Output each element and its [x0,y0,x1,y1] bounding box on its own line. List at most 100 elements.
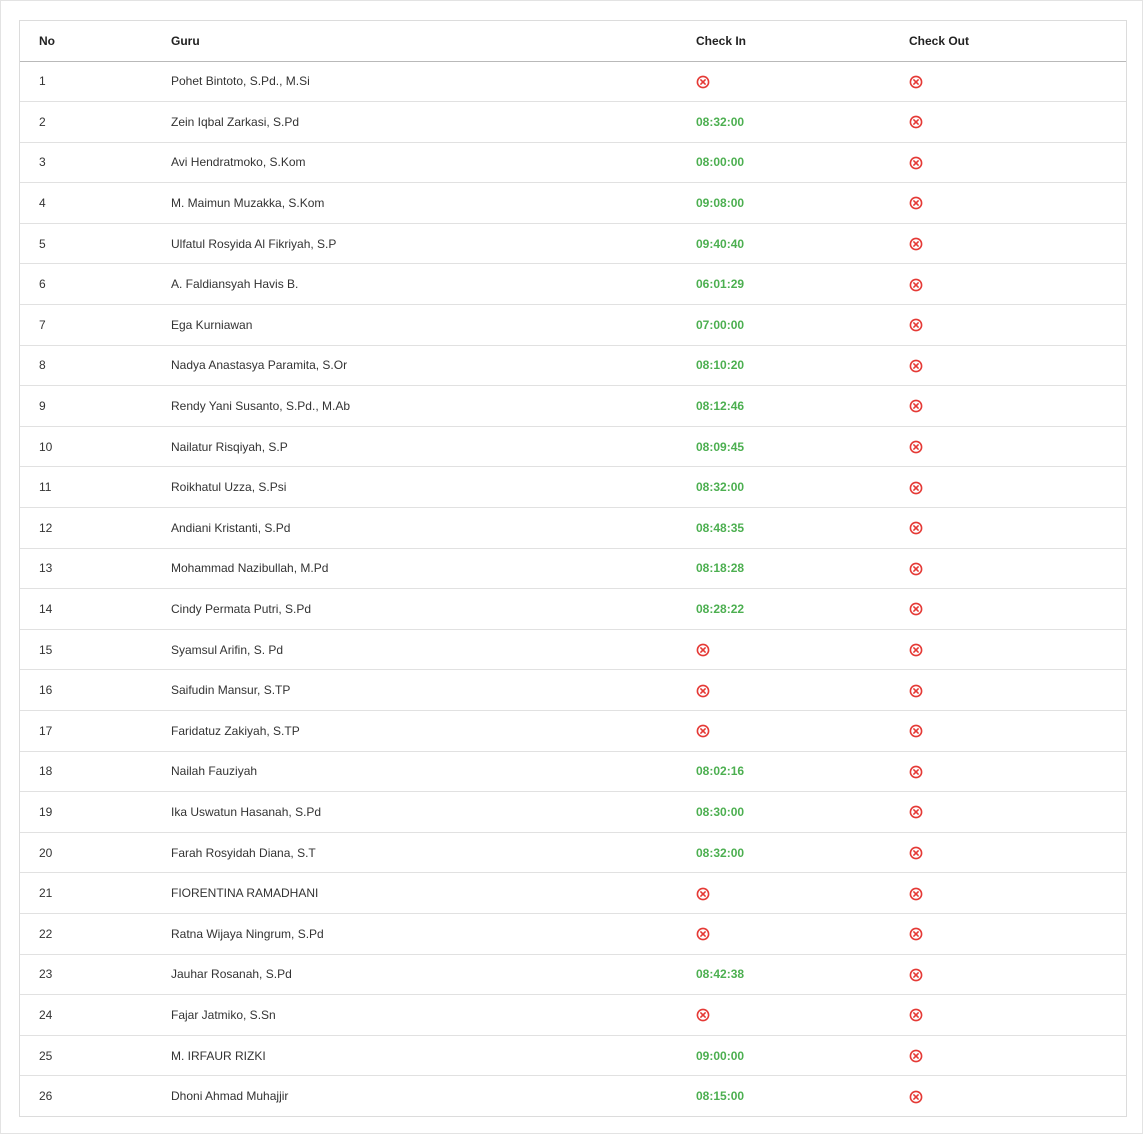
table-row: 6 A. Faldiansyah Havis B. 06:01:29 [20,263,1126,306]
cell-guru: A. Faldiansyah Havis B. [152,263,677,306]
cell-check-in: 09:40:40 [677,223,890,265]
cell-guru: Andiani Kristanti, S.Pd [152,507,677,549]
cell-no: 23 [20,954,152,996]
table-row: 24 Fajar Jatmiko, S.Sn [20,994,1126,1036]
cell-check-in: 08:10:20 [677,345,890,387]
cell-check-out [890,466,1126,509]
cell-check-out [890,832,1126,874]
cell-no: 12 [20,507,152,549]
circle-x-icon [909,359,923,373]
cell-check-in [677,872,890,914]
cell-check-out [890,791,1126,833]
table-row: 19 Ika Uswatun Hasanah, S.Pd 08:30:00 [20,791,1126,833]
cell-check-in: 08:09:45 [677,426,890,468]
circle-x-icon [909,521,923,535]
table-row: 1 Pohet Bintoto, S.Pd., M.Si [20,61,1126,103]
cell-check-out [890,142,1126,184]
cell-check-in: 08:28:22 [677,588,890,630]
cell-no: 13 [20,548,152,590]
cell-check-out [890,994,1126,1036]
cell-check-in: 06:01:29 [677,263,890,306]
cell-no: 16 [20,669,152,711]
cell-check-in: 08:15:00 [696,1089,745,1104]
cell-no: 1 [20,61,152,103]
cell-check-out [890,669,1126,711]
cell-no: 18 [20,751,152,793]
cell-guru: Pohet Bintoto, S.Pd., M.Si [152,61,677,103]
cell-no: 20 [20,832,152,874]
circle-x-icon [696,75,710,89]
table-row: 7 Ega Kurniawan 07:00:00 [20,304,1126,346]
cell-guru: Ulfatul Rosyida Al Fikriyah, S.P [152,223,677,265]
circle-x-icon [909,196,923,210]
cell-check-in [677,710,890,752]
cell-no: 9 [20,385,152,427]
cell-check-out [890,385,1126,427]
cell-check-out [890,751,1126,793]
cell-guru: Dhoni Ahmad Muhajjir [171,1089,289,1104]
cell-no: 15 [20,629,152,671]
cell-check-in: 08:32:00 [677,466,890,509]
table-row: 10 Nailatur Risqiyah, S.P 08:09:45 [20,426,1126,468]
cell-guru: Rendy Yani Susanto, S.Pd., M.Ab [152,385,677,427]
table-body: 1 Pohet Bintoto, S.Pd., M.Si 2 Zein Iqbal Z… [20,61,1126,1116]
cell-check-out [890,182,1126,224]
circle-x-icon [696,927,710,941]
circle-x-icon [909,562,923,576]
cell-guru: Fajar Jatmiko, S.Sn [152,994,677,1036]
cell-check-in [677,994,890,1036]
table-row: 23 Jauhar Rosanah, S.Pd 08:42:38 [20,954,1126,996]
circle-x-icon [909,156,923,170]
cell-guru: FIORENTINA RAMADHANI [152,872,677,914]
cell-check-out [890,263,1126,306]
table-row: 12 Andiani Kristanti, S.Pd 08:48:35 [20,507,1126,549]
cell-guru: Ega Kurniawan [152,304,677,346]
cell-check-out [890,61,1126,103]
circle-x-icon [909,399,923,413]
cell-no: 6 [20,263,152,306]
cell-check-in: 08:42:38 [677,954,890,996]
table-row: 16 Saifudin Mansur, S.TP [20,669,1126,711]
header-no: No [20,21,152,62]
cell-guru: Avi Hendratmoko, S.Kom [152,142,677,184]
cell-guru: M. IRFAUR RIZKI [152,1035,677,1077]
cell-check-out [890,507,1126,549]
circle-x-icon [909,887,923,901]
header-check-in: Check In [677,21,890,62]
cell-guru: Syamsul Arifin, S. Pd [152,629,677,671]
cell-guru: Saifudin Mansur, S.TP [152,669,677,711]
circle-x-icon [909,846,923,860]
cell-check-in [677,629,890,671]
cell-check-out [890,101,1126,143]
cell-check-out [890,913,1126,955]
table-row: 21 FIORENTINA RAMADHANI [20,872,1126,914]
table-row: 8 Nadya Anastasya Paramita, S.Or 08:10:20 [20,345,1126,387]
circle-x-icon [909,1008,923,1022]
cell-guru: Roikhatul Uzza, S.Psi [152,466,677,509]
cell-check-in [677,61,890,103]
cell-check-in: 09:08:00 [677,182,890,224]
cell-check-out [890,1076,1126,1117]
cell-no: 10 [20,426,152,468]
circle-x-icon [909,75,923,89]
cell-check-out [890,223,1126,265]
cell-no: 26 [39,1089,53,1104]
circle-x-icon [696,724,710,738]
circle-x-icon [909,968,923,982]
table-row: 13 Mohammad Nazibullah, M.Pd 08:18:28 [20,548,1126,590]
cell-guru: Nadya Anastasya Paramita, S.Or [152,345,677,387]
cell-check-out [890,345,1126,387]
cell-no: 22 [20,913,152,955]
cell-check-out [890,588,1126,630]
circle-x-icon [909,278,923,292]
table-row: 11 Roikhatul Uzza, S.Psi 08:32:00 [20,466,1126,509]
header-guru: Guru [152,21,677,62]
cell-check-out [890,710,1126,752]
cell-no: 5 [20,223,152,265]
circle-x-icon [909,927,923,941]
circle-x-icon [909,724,923,738]
circle-x-icon [909,602,923,616]
circle-x-icon [909,805,923,819]
header-check-out: Check Out [890,21,1126,62]
attendance-table-container: No Guru Check In Check Out 1 Pohet Bintot… [19,20,1127,1118]
